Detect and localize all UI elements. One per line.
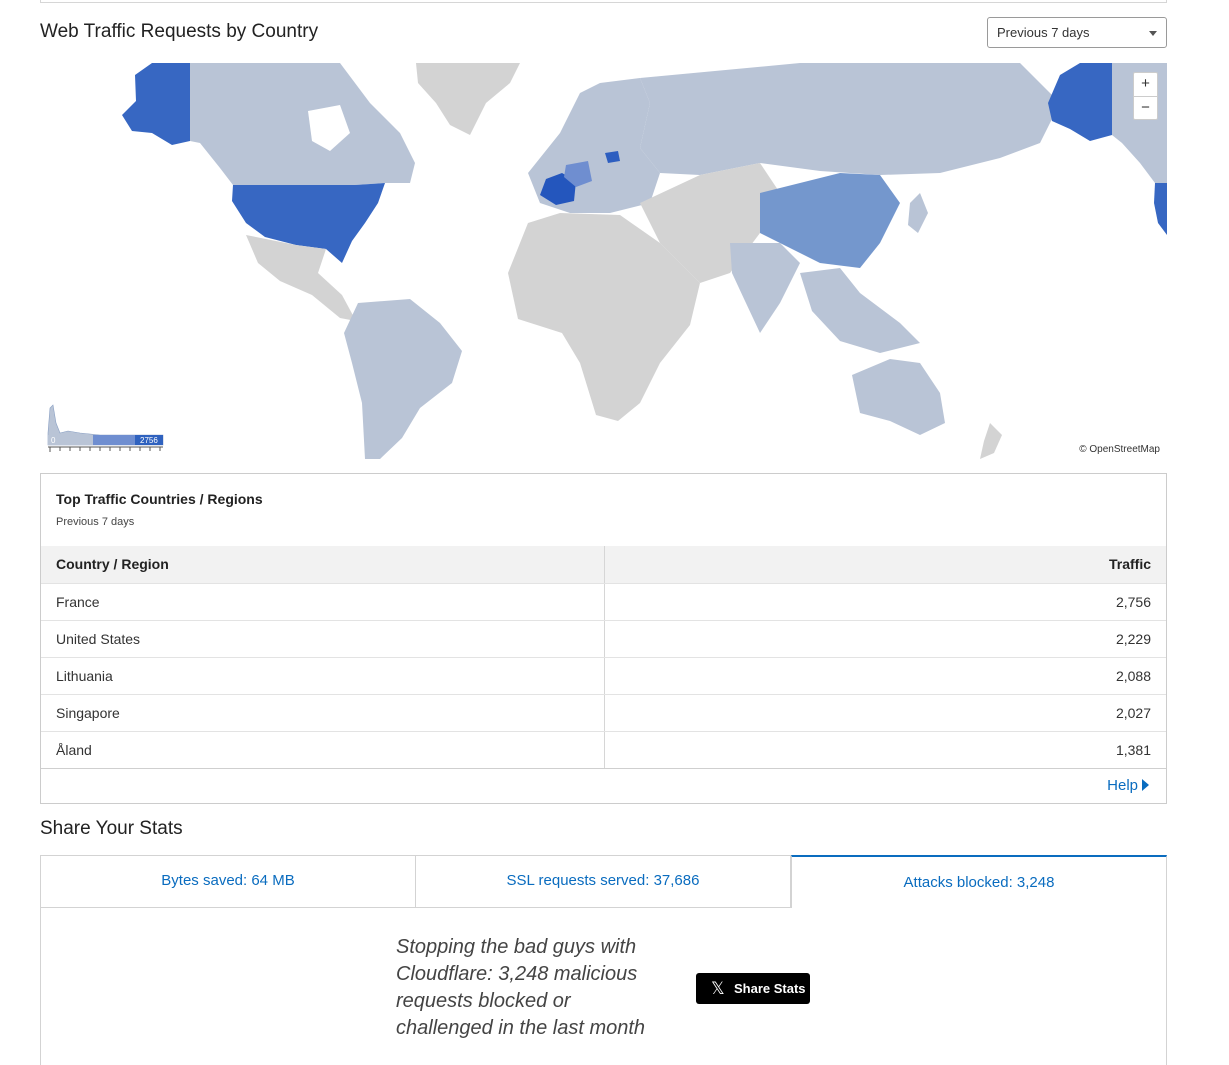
region-southeast-asia (800, 268, 920, 353)
legend-max-label: 2756 (140, 436, 158, 445)
help-label: Help (1107, 777, 1138, 794)
country-cell: Lithuania (41, 657, 605, 695)
map-attribution[interactable]: © OpenStreetMap (1077, 444, 1162, 455)
table-row: France 2,756 (41, 583, 1166, 621)
table-row: Åland 1,381 (41, 731, 1166, 769)
share-stats-title: Share Your Stats (40, 818, 183, 839)
tab-attacks-blocked[interactable]: Attacks blocked: 3,248 (791, 855, 1167, 908)
region-australia (852, 359, 945, 435)
traffic-cell: 2,756 (604, 583, 1166, 621)
region-alaska-wrap (1048, 63, 1112, 141)
region-canada (190, 63, 415, 185)
map-canvas (47, 63, 1167, 459)
chevron-down-icon (1149, 31, 1157, 36)
top-countries-title: Top Traffic Countries / Regions (56, 491, 263, 507)
help-link[interactable]: Help (1107, 777, 1149, 794)
share-stats-button[interactable]: 𝕏 Share Stats (696, 973, 810, 1004)
x-logo-icon: 𝕏 (711, 979, 725, 998)
period-select[interactable]: Previous 7 days (987, 17, 1167, 48)
table-row: Singapore 2,027 (41, 694, 1166, 732)
region-greenland (416, 63, 520, 135)
country-cell: Åland (41, 731, 605, 769)
period-select-value: Previous 7 days (997, 25, 1090, 40)
column-header-country[interactable]: Country / Region (41, 546, 605, 584)
region-new-zealand (980, 423, 1002, 459)
share-stats-tabs: Bytes saved: 64 MB SSL requests served: … (40, 855, 1167, 908)
share-message: Stopping the bad guys with Cloudflare: 3… (396, 936, 646, 1039)
top-divider (40, 0, 1167, 3)
region-alaska (122, 63, 190, 145)
share-stats-label: Share Stats (734, 981, 806, 996)
region-japan (908, 193, 928, 233)
caret-right-icon (1142, 779, 1149, 791)
top-countries-table: Country / Region Traffic France 2,756 Un… (41, 546, 1166, 769)
legend-ticks (49, 447, 161, 452)
page-title: Web Traffic Requests by Country (40, 21, 319, 42)
country-cell: Singapore (41, 694, 605, 732)
traffic-cell: 2,088 (604, 657, 1166, 695)
region-usa-wrap (1154, 183, 1167, 235)
traffic-cell: 1,381 (604, 731, 1166, 769)
legend-min-label: 0 (51, 436, 56, 445)
country-cell: United States (41, 620, 605, 658)
tab-ssl-requests[interactable]: SSL requests served: 37,686 (415, 855, 791, 908)
zoom-in-button[interactable]: + (1134, 73, 1157, 96)
country-cell: France (41, 583, 605, 621)
table-header-row: Country / Region Traffic (41, 546, 1166, 584)
traffic-cell: 2,027 (604, 694, 1166, 732)
zoom-out-button[interactable]: − (1134, 96, 1157, 119)
region-russia (640, 63, 1060, 175)
table-row: United States 2,229 (41, 620, 1166, 658)
tab-bytes-saved[interactable]: Bytes saved: 64 MB (40, 855, 416, 908)
region-south-america (344, 299, 462, 459)
top-countries-subtitle: Previous 7 days (56, 516, 135, 528)
region-india (730, 243, 800, 333)
top-countries-panel: Top Traffic Countries / Regions Previous… (40, 473, 1167, 804)
world-traffic-map[interactable]: 0 2756 + − © OpenStreetMap (40, 63, 1167, 459)
table-row: Lithuania 2,088 (41, 657, 1166, 695)
traffic-cell: 2,229 (604, 620, 1166, 658)
zoom-control: + − (1133, 72, 1158, 120)
column-header-traffic[interactable]: Traffic (604, 546, 1166, 584)
